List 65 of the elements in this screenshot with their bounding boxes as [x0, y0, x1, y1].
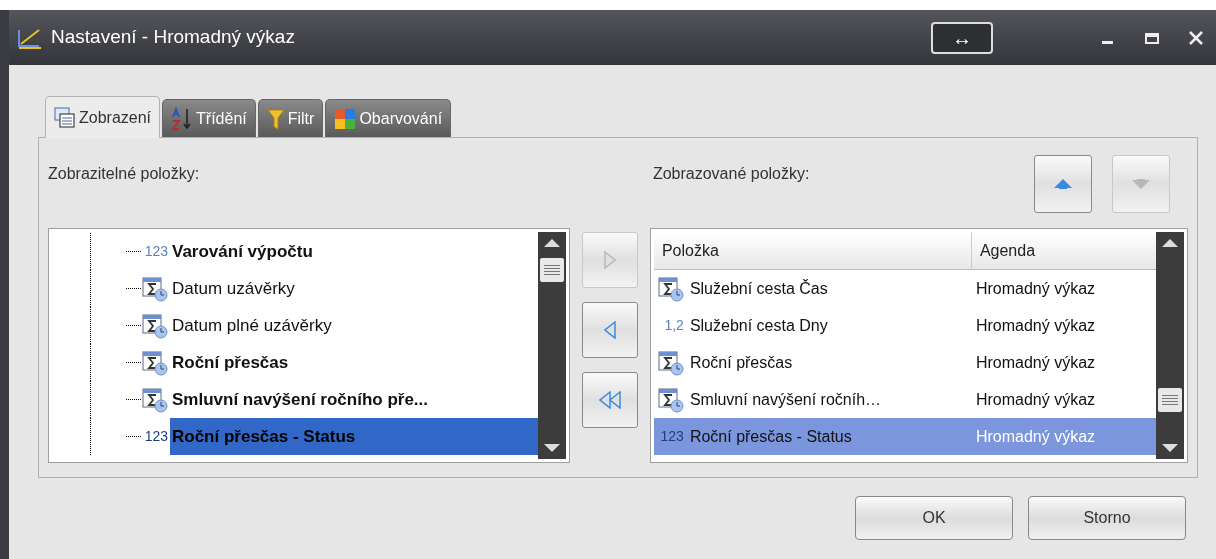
- arrow-button[interactable]: [582, 372, 639, 428]
- table-cell-text: Hromadný výkaz: [974, 315, 1096, 336]
- tab[interactable]: Obarvování: [325, 99, 452, 137]
- scrollbar[interactable]: [538, 232, 567, 459]
- formula-icon: [142, 275, 168, 302]
- table-cell-text: Roční přesčas: [689, 352, 793, 373]
- type-label: 123: [659, 427, 684, 446]
- list-label: Zobrazitelné položky:: [48, 165, 200, 182]
- table-row[interactable]: 123 Roční přesčas - Status Hromadný výkaz: [653, 418, 1156, 455]
- dialog-button[interactable]: Storno: [1028, 496, 1186, 540]
- close-icon[interactable]: [1188, 29, 1204, 46]
- table-row[interactable]: Služební cesta Čas Hromadný výkaz: [653, 270, 1156, 307]
- scroll-down-icon[interactable]: [543, 443, 562, 453]
- scroll-up-icon[interactable]: [543, 238, 562, 248]
- formula-icon: [657, 386, 684, 413]
- table-row[interactable]: Smluvní navýšení ročníh… Hromadný výkaz: [653, 381, 1156, 418]
- tree-item[interactable]: Datum uzávěrky: [170, 270, 297, 307]
- tab[interactable]: Zobrazení: [45, 96, 161, 138]
- colored-squares-icon: [334, 107, 357, 130]
- table-icon: [54, 106, 76, 129]
- type-label: 123: [143, 427, 168, 446]
- table-cell-text: Hromadný výkaz: [974, 352, 1096, 373]
- sort-icon: [171, 106, 194, 131]
- tab[interactable]: Třídění: [162, 99, 256, 137]
- scroll-up-icon[interactable]: [1161, 238, 1179, 248]
- tree-item[interactable]: Smluvní navýšení ročního pře...: [170, 381, 430, 418]
- formula-icon: [657, 275, 684, 302]
- dialog-button[interactable]: OK: [855, 496, 1013, 540]
- tree-item[interactable]: Datum plné uzávěrky: [170, 307, 334, 344]
- formula-icon: [142, 349, 168, 376]
- table-row[interactable]: Roční přesčas Hromadný výkaz: [653, 344, 1156, 381]
- table-row[interactable]: 1,2 Služební cesta Dny Hromadný výkaz: [653, 307, 1156, 344]
- formula-icon: [657, 349, 684, 376]
- table-cell-text: Služební cesta Čas: [689, 278, 828, 299]
- list-label: Zobrazované položky:: [652, 164, 811, 184]
- up-arrow-icon: [1053, 178, 1073, 190]
- table-cell-text: Hromadný výkaz: [974, 389, 1096, 410]
- table-cell-text: Roční přesčas - Status: [689, 426, 852, 447]
- arrow-button[interactable]: [1034, 155, 1092, 213]
- resize-button[interactable]: ↔: [931, 21, 993, 54]
- arrow-button[interactable]: [582, 302, 639, 358]
- formula-icon: [142, 386, 168, 413]
- scroll-down-icon[interactable]: [1161, 443, 1179, 453]
- type-label: 123: [143, 242, 168, 261]
- scrollbar[interactable]: [1156, 232, 1184, 459]
- scroll-thumb[interactable]: [1158, 388, 1182, 412]
- type-label: 1,2: [663, 316, 684, 335]
- right-arrow-icon: [604, 251, 617, 269]
- column-header[interactable]: Agenda: [971, 232, 1156, 269]
- table-cell-text: Hromadný výkaz: [974, 278, 1096, 299]
- tree-item[interactable]: Roční přesčas: [170, 344, 291, 381]
- left-arrow-icon: [604, 321, 617, 339]
- funnel-icon: [266, 106, 285, 131]
- tree-item[interactable]: Varování výpočtu: [170, 233, 315, 270]
- tab[interactable]: Filtr: [257, 99, 324, 137]
- table-cell-text: Hromadný výkaz: [974, 426, 1096, 447]
- table-cell-text: Smluvní navýšení ročníh…: [689, 389, 882, 410]
- double-left-arrow-icon: [599, 391, 622, 409]
- formula-icon: [142, 312, 168, 339]
- column-header[interactable]: Položka: [653, 232, 972, 269]
- down-arrow-icon: [1131, 178, 1151, 190]
- tree-item[interactable]: Roční přesčas - Status: [170, 418, 539, 455]
- window-title: Nastavení - Hromadný výkaz: [51, 25, 296, 50]
- table-cell-text: Služební cesta Dny: [689, 315, 828, 336]
- scroll-thumb[interactable]: [540, 258, 565, 282]
